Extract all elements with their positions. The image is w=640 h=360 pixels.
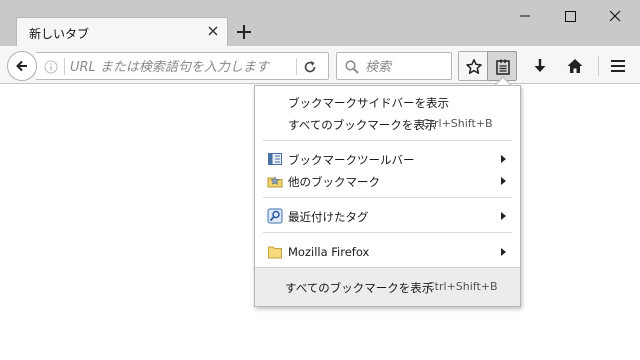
footer-label: すべてのブックマークを表示 (285, 281, 434, 295)
submenu-arrow-icon (501, 155, 506, 163)
menu-item-show-sidebar[interactable]: ブックマークサイドバーを表示 (255, 91, 520, 113)
star-icon (466, 59, 482, 74)
menu-item-shortcut: Ctrl+Shift+B (422, 117, 493, 130)
submenu-arrow-icon (501, 177, 506, 185)
recent-tags-icon (267, 208, 283, 224)
open-menu-button[interactable] (603, 51, 633, 81)
tab-title: 新しいタブ (29, 27, 90, 41)
footer-shortcut: Ctrl+Shift+B (427, 280, 498, 293)
menu-separator (263, 232, 512, 233)
folder-icon (268, 246, 282, 259)
submenu-arrow-icon (501, 248, 506, 256)
menu-separator (263, 197, 512, 198)
bookmarks-list-icon (496, 59, 510, 75)
bookmark-star-button[interactable] (458, 51, 488, 81)
hamburger-menu-icon (611, 60, 625, 72)
search-input[interactable] (365, 57, 449, 77)
url-separator (64, 58, 65, 75)
bookmarks-menu-panel: ブックマークサイドバーを表示 すべてのブックマークを表示 Ctrl+Shift+… (254, 85, 521, 307)
reload-separator (296, 58, 297, 75)
menu-item-label: すべてのブックマークを表示 (288, 118, 437, 132)
other-bookmarks-icon (267, 176, 283, 188)
menu-item-label: ブックマークサイドバーを表示 (288, 96, 449, 110)
minimize-icon[interactable] (510, 4, 540, 28)
menu-item-mozilla-firefox-folder[interactable]: Mozilla Firefox (255, 241, 520, 263)
download-icon (534, 59, 546, 72)
menu-item-other-bookmarks[interactable]: 他のブックマーク (255, 170, 520, 192)
show-all-bookmarks-footer-button[interactable]: すべてのブックマークを表示 Ctrl+Shift+B (255, 267, 520, 306)
close-tab-icon[interactable] (205, 23, 221, 39)
toolbar-separator (598, 56, 599, 76)
downloads-button[interactable] (525, 51, 555, 81)
menu-item-show-all-bookmarks[interactable]: すべてのブックマークを表示 Ctrl+Shift+B (255, 113, 520, 135)
bookmarks-toolbar-icon (268, 153, 282, 165)
info-icon[interactable] (44, 60, 58, 74)
navigation-toolbar (0, 46, 640, 84)
search-icon (345, 60, 359, 74)
window-close-icon[interactable] (600, 4, 630, 28)
back-button[interactable] (7, 51, 37, 81)
tab-new-tab[interactable]: 新しいタブ (16, 17, 228, 46)
menu-item-label: 最近付けたタグ (288, 210, 369, 224)
search-bar[interactable] (336, 52, 452, 80)
title-bar: 新しいタブ (0, 0, 640, 46)
menu-item-bookmarks-toolbar[interactable]: ブックマークツールバー (255, 148, 520, 170)
menu-separator (263, 140, 512, 141)
back-arrow-icon (16, 60, 27, 72)
menu-item-recent-tags[interactable]: 最近付けたタグ (255, 205, 520, 227)
url-input[interactable] (70, 57, 290, 77)
menu-item-label: Mozilla Firefox (288, 245, 370, 259)
home-icon (567, 59, 583, 73)
maximize-icon[interactable] (555, 4, 585, 28)
submenu-arrow-icon (501, 212, 506, 220)
url-bar[interactable] (36, 52, 329, 80)
home-button[interactable] (560, 51, 590, 81)
menu-item-label: ブックマークツールバー (288, 153, 415, 167)
new-tab-plus-icon[interactable] (233, 21, 255, 43)
menu-item-label: 他のブックマーク (288, 175, 380, 189)
reload-icon[interactable] (302, 59, 318, 75)
